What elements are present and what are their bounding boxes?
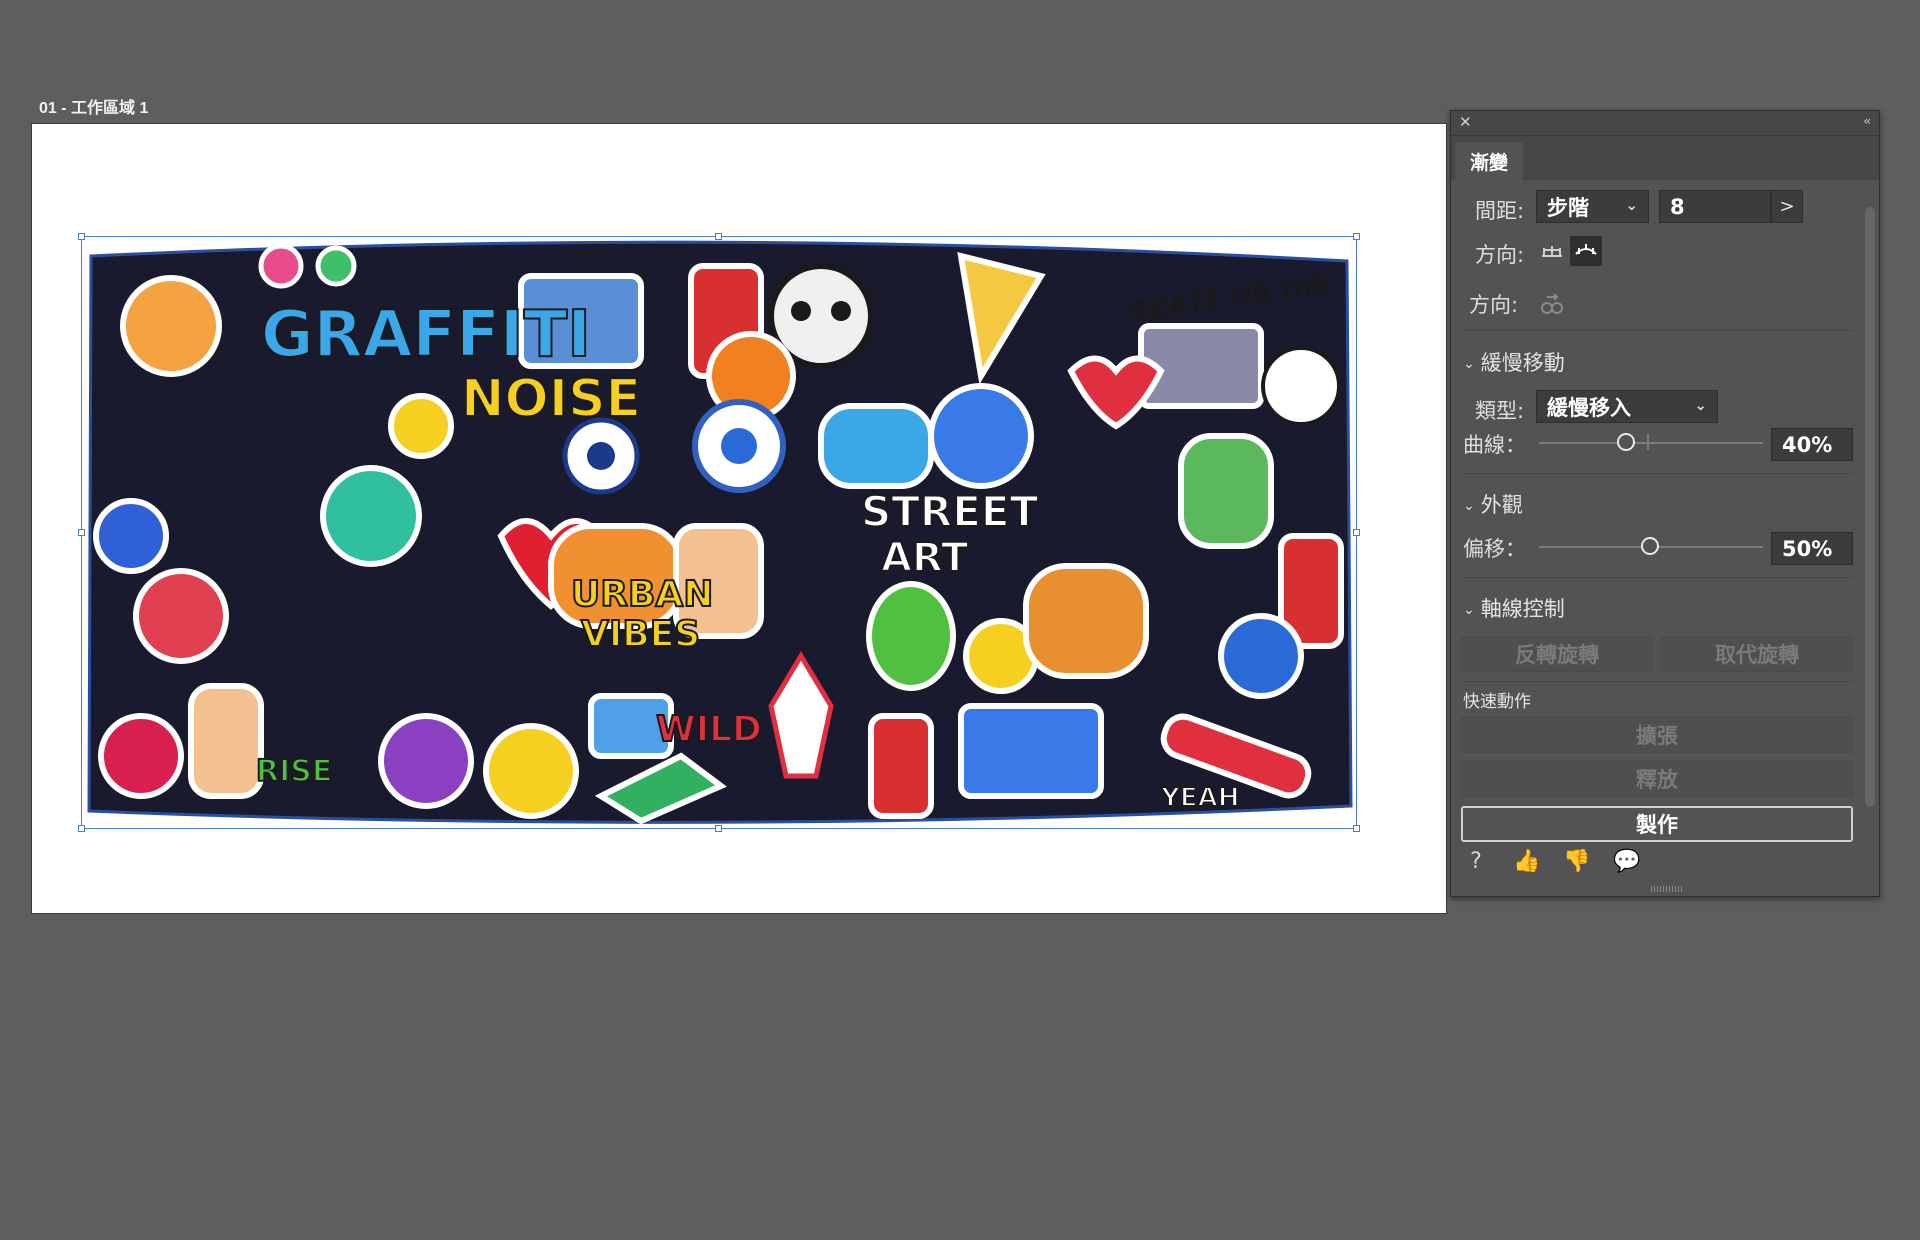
chevron-down-icon: ⌄ [1625,196,1638,214]
direction-label: 方向: [1469,293,1519,317]
offset-slider-thumb[interactable] [1641,537,1659,555]
panel-footer: ? 👍 👎 💬 [1463,849,1640,874]
feedback-icon[interactable]: 💬 [1613,849,1640,874]
sticker-word-vibes: VIBES [581,614,700,655]
resize-handle-top[interactable] [715,233,722,240]
sticker-word-street: STREET [861,487,1039,536]
sticker-word-rise: RISE [256,754,332,789]
thumbs-up-icon[interactable]: 👍 [1513,849,1540,874]
curve-value: 40% [1782,432,1833,457]
divider [1463,577,1853,578]
artboard-label: 01 - 工作區域 1 [39,100,149,117]
divider [1463,473,1853,474]
resize-handle-left[interactable] [78,529,85,536]
panel-scrollbar[interactable] [1865,207,1875,807]
thumbs-down-icon[interactable]: 👎 [1563,849,1590,874]
sticker-word-wild: WILD [656,709,762,750]
easing-type-value: 緩慢移入 [1547,395,1631,420]
resize-handle-bottom-right[interactable] [1353,825,1360,832]
replace-spine-button[interactable]: 取代旋轉 [1661,636,1853,672]
sticker-word-urban: URBAN [571,574,713,615]
sticker-artwork[interactable]: GRAFFITI NOISE SKATE OR DIE STREET ART U… [81,236,1357,829]
spine-section-header[interactable]: ⌄ 軸線控制 [1463,593,1565,623]
quick-actions-label: 快速動作 [1463,692,1531,712]
spacing-mode-dropdown[interactable]: 步階 ⌄ [1536,190,1649,223]
easing-type-label: 類型: [1475,399,1525,423]
spacing-label: 間距: [1475,199,1525,223]
blend-panel: ✕ ‹‹ 漸變 間距: 步階 ⌄ 8 > 方向: 方向: ⌄ 緩慢移動 類型: 緩… [1450,110,1880,897]
offset-label: 偏移： [1463,537,1526,561]
appearance-header-label: 外觀 [1480,493,1523,517]
curve-label: 曲線： [1463,433,1526,457]
spacing-next-button[interactable]: > [1771,190,1803,223]
easing-header-label: 緩慢移動 [1480,351,1565,375]
spacing-steps-input[interactable]: 8 [1659,190,1771,223]
resize-handle-top-right[interactable] [1353,233,1360,240]
make-button[interactable]: 製作 [1461,806,1853,842]
sticker-word-noise: NOISE [461,369,641,429]
resize-grip[interactable] [1651,886,1683,892]
release-button[interactable]: 釋放 [1461,761,1853,797]
align-to-page-icon[interactable] [1536,236,1568,266]
curve-slider-thumb[interactable] [1617,433,1635,451]
reverse-direction-icon[interactable] [1536,289,1568,319]
chevron-down-icon: ⌄ [1694,396,1707,414]
divider [1463,681,1853,682]
chevron-down-icon: ⌄ [1463,356,1475,372]
curve-slider-track[interactable] [1539,442,1763,444]
spacing-steps-value: 8 [1670,194,1685,219]
resize-handle-top-left[interactable] [78,233,85,240]
sticker-word-art: ART [881,535,969,581]
spacing-mode-value: 步階 [1547,195,1589,220]
align-to-path-icon[interactable] [1570,236,1602,266]
chevron-down-icon: ⌄ [1463,498,1475,514]
help-icon[interactable]: ? [1463,849,1489,874]
tab-blend[interactable]: 漸變 [1455,142,1523,180]
offset-value-input[interactable]: 50% [1771,532,1853,565]
divider [1463,330,1853,331]
appearance-section-header[interactable]: ⌄ 外觀 [1463,489,1523,519]
resize-handle-bottom-left[interactable] [78,825,85,832]
easing-section-header[interactable]: ⌄ 緩慢移動 [1463,347,1565,377]
panel-titlebar[interactable]: ✕ ‹‹ [1451,111,1879,136]
offset-value: 50% [1782,536,1833,561]
close-icon[interactable]: ✕ [1459,113,1472,131]
curve-value-input[interactable]: 40% [1771,428,1853,461]
sticker-word-graffiti: GRAFFITI [261,298,591,372]
orientation-label: 方向: [1475,243,1525,267]
curve-slider-tick [1647,434,1649,450]
resize-handle-right[interactable] [1353,529,1360,536]
collapse-icon[interactable]: ‹‹ [1863,114,1870,128]
resize-handle-bottom[interactable] [715,825,722,832]
spine-header-label: 軸線控制 [1480,597,1565,621]
expand-button[interactable]: 擴張 [1461,717,1853,753]
sticker-word-yeah: YEAH [1160,783,1239,813]
easing-type-dropdown[interactable]: 緩慢移入 ⌄ [1536,390,1718,423]
reverse-spine-button[interactable]: 反轉旋轉 [1461,636,1653,672]
panel-tabbar: 漸變 [1451,136,1879,180]
chevron-down-icon: ⌄ [1463,602,1475,618]
